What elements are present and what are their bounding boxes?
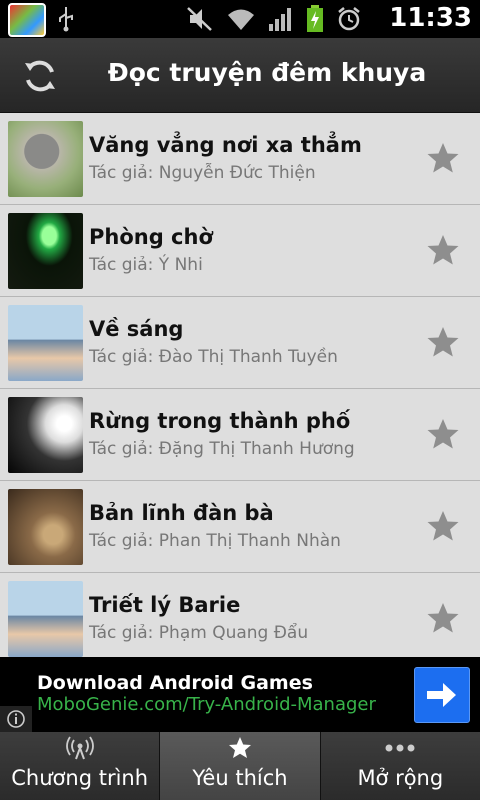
story-author: Tác giả: Phan Thị Thanh Nhàn	[89, 531, 341, 551]
favorite-star-icon[interactable]	[426, 509, 460, 543]
ad-info-button[interactable]	[0, 706, 32, 732]
story-list[interactable]: Văng vẳng nơi xa thẳm Tác giả: Nguyễn Đứ…	[0, 113, 480, 657]
story-author: Tác giả: Đặng Thị Thanh Hương	[89, 439, 355, 459]
bottom-tab-bar: Chương trình Yêu thích Mở rộng	[0, 732, 480, 800]
story-row[interactable]: Triết lý Barie Tác giả: Phạm Quang Đẩu	[0, 573, 480, 657]
story-thumbnail	[8, 489, 83, 565]
ad-url[interactable]: MoboGenie.com/Try-Android-Manager	[37, 694, 376, 715]
page-title: Đọc truyện đêm khuya	[107, 58, 427, 87]
story-row[interactable]: Rừng trong thành phố Tác giả: Đặng Thị T…	[0, 389, 480, 481]
ad-banner[interactable]: Download Android Games MoboGenie.com/Try…	[0, 657, 480, 732]
favorite-star-icon[interactable]	[426, 417, 460, 451]
favorite-star-icon[interactable]	[426, 233, 460, 267]
usb-icon	[59, 7, 73, 32]
story-title: Rừng trong thành phố	[89, 409, 351, 433]
story-row[interactable]: Văng vẳng nơi xa thẳm Tác giả: Nguyễn Đứ…	[0, 113, 480, 205]
tab-favorites[interactable]: Yêu thích	[160, 732, 321, 800]
signal-icon	[269, 8, 291, 31]
star-icon	[228, 737, 251, 758]
story-title: Về sáng	[89, 317, 184, 341]
story-thumbnail	[8, 397, 83, 473]
story-author: Tác giả: Đào Thị Thanh Tuyền	[89, 347, 338, 367]
more-dots-icon	[385, 744, 415, 752]
refresh-icon[interactable]	[22, 58, 58, 94]
broadcast-icon	[65, 736, 94, 760]
story-row[interactable]: Phòng chờ Tác giả: Ý Nhi	[0, 205, 480, 297]
favorite-star-icon[interactable]	[426, 325, 460, 359]
favorite-star-icon[interactable]	[426, 141, 460, 175]
tab-programs[interactable]: Chương trình	[0, 732, 161, 800]
muted-icon	[187, 7, 212, 31]
status-clock: 11:33	[389, 3, 472, 33]
tab-label: Mở rộng	[357, 766, 444, 790]
story-title: Triết lý Barie	[89, 593, 241, 617]
story-title: Phòng chờ	[89, 225, 213, 249]
story-author: Tác giả: Nguyễn Đức Thiện	[89, 163, 316, 183]
story-row[interactable]: Về sáng Tác giả: Đào Thị Thanh Tuyền	[0, 297, 480, 389]
story-author: Tác giả: Ý Nhi	[89, 255, 203, 275]
story-title: Bản lĩnh đàn bà	[89, 501, 274, 525]
story-row[interactable]: Bản lĩnh đàn bà Tác giả: Phan Thị Thanh …	[0, 481, 480, 573]
story-author: Tác giả: Phạm Quang Đẩu	[89, 623, 309, 643]
arrow-right-icon	[427, 683, 456, 707]
story-thumbnail	[8, 213, 83, 289]
story-thumbnail	[8, 581, 83, 657]
alarm-icon	[338, 7, 360, 31]
ad-go-button[interactable]	[414, 667, 470, 723]
ad-headline[interactable]: Download Android Games	[37, 672, 313, 694]
story-thumbnail	[8, 121, 83, 197]
tab-label: Chương trình	[11, 766, 149, 790]
favorite-star-icon[interactable]	[426, 601, 460, 635]
story-title: Văng vẳng nơi xa thẳm	[89, 133, 362, 157]
app-notification-icon	[8, 3, 46, 37]
tab-label: Yêu thích	[192, 766, 288, 790]
status-bar: 11:33	[0, 0, 480, 38]
battery-charging-icon	[307, 5, 323, 32]
wifi-icon	[228, 9, 254, 30]
story-thumbnail	[8, 305, 83, 381]
info-icon	[7, 710, 25, 728]
tab-more[interactable]: Mở rộng	[320, 732, 480, 800]
app-header: Đọc truyện đêm khuya	[0, 38, 480, 113]
